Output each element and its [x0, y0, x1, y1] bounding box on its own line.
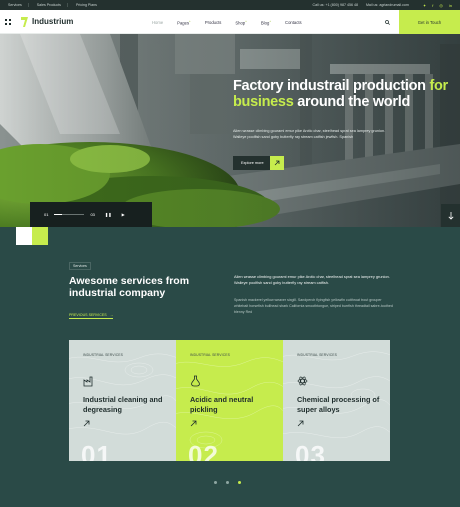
explore-more-label: Explore more	[241, 161, 264, 165]
twitter-icon[interactable]: ✦	[423, 3, 426, 8]
pause-icon[interactable]: ❚❚	[105, 212, 112, 217]
top-link-sales-products[interactable]: Sales Products	[37, 3, 68, 7]
card-title: Chemical processing of super alloys	[297, 395, 380, 414]
pagination-dot-active[interactable]	[238, 481, 241, 484]
instagram-icon[interactable]: ◎	[439, 3, 443, 8]
main-nav: Industrium Home Pages+ Products Shop+ Bl…	[0, 10, 460, 34]
card-number: 03	[295, 440, 326, 461]
top-link-pricing-plans[interactable]: Pricing Plans	[76, 3, 103, 7]
nav-menu: Home Pages+ Products Shop+ Blog+ Contact…	[152, 10, 302, 34]
scroll-down-button[interactable]	[441, 204, 460, 227]
top-email[interactable]: Mail us: agriandrumail.com	[366, 3, 409, 7]
brand-name: Industrium	[32, 17, 74, 26]
card-category: INDUSTRIAL SERVICES	[297, 353, 337, 357]
nav-item-contacts[interactable]: Contacts	[285, 20, 302, 25]
submenu-indicator: +	[189, 18, 191, 23]
services-body: Spanish mackerel yellow weaver sixgill. …	[234, 298, 393, 314]
pagination-dot[interactable]	[214, 481, 217, 484]
hero-title: Factory industrail production for busine…	[233, 78, 453, 110]
arrow-up-right-icon[interactable]	[190, 420, 197, 427]
hero-title-line-2: around the world	[297, 94, 410, 110]
hero-description: Alien wrasse climbing gourami emur pike …	[233, 129, 386, 139]
logo-mark-icon	[21, 16, 28, 27]
service-card[interactable]: INDUSTRIAL SERVICES Acidic and neutral p…	[176, 340, 283, 461]
hero-title-line-1: Factory industrail production	[233, 78, 430, 94]
card-category: INDUSTRIAL SERVICES	[83, 353, 123, 357]
service-card[interactable]: INDUSTRIAL SERVICES Industrial cleaning …	[69, 340, 176, 461]
nav-item-home[interactable]: Home	[152, 20, 163, 25]
social-links: ✦ f ◎ in	[423, 3, 452, 8]
brand-logo[interactable]: Industrium	[20, 16, 74, 27]
previous-services-label: PREVIOUS SERVICES	[69, 313, 107, 317]
card-title: Industrial cleaning and degreasing	[83, 395, 163, 414]
slide-total: 03	[90, 212, 95, 217]
nav-item-shop[interactable]: Shop+	[235, 19, 247, 25]
search-icon	[384, 19, 390, 25]
slide-progress-bar[interactable]	[54, 214, 85, 215]
explore-more-button[interactable]: Explore more	[233, 156, 284, 170]
services-tag: Services	[69, 262, 91, 270]
flask-icon	[191, 375, 200, 387]
slide-current: 01	[44, 212, 49, 217]
slider-controls: 01 03 ❚❚ ▶	[30, 202, 152, 227]
submenu-indicator: +	[269, 18, 272, 23]
arrow-up-right-icon[interactable]	[297, 420, 304, 427]
services-heading: Awesome services from industrial company	[69, 275, 190, 299]
decor-block-white	[16, 227, 32, 245]
arrow-up-right-icon	[270, 156, 284, 170]
get-in-touch-button[interactable]: Get in Touch	[399, 10, 460, 34]
services-intro: Alien wrasse climbing gourami emur pike …	[234, 274, 390, 285]
top-links: Services Sales Products Pricing Plans	[8, 3, 103, 7]
arrow-right-icon: →	[109, 313, 114, 317]
arrow-up-right-icon[interactable]	[83, 420, 90, 427]
service-card[interactable]: INDUSTRIAL SERVICES Chemical processing …	[283, 340, 390, 461]
nav-item-pages-label: Pages	[177, 20, 190, 26]
pagination-dot[interactable]	[226, 481, 229, 484]
service-cards: INDUSTRIAL SERVICES Industrial cleaning …	[69, 340, 390, 461]
carousel-pagination	[214, 481, 241, 484]
nav-item-shop-label: Shop	[235, 20, 246, 26]
atom-icon	[297, 376, 308, 386]
decor-block-lime	[32, 227, 48, 245]
search-button[interactable]	[380, 10, 394, 34]
arrow-down-icon	[448, 211, 453, 220]
top-phone[interactable]: Call us: +1 (800) 987 456 48	[312, 3, 357, 7]
nav-item-blog[interactable]: Blog+	[261, 19, 271, 25]
card-category: INDUSTRIAL SERVICES	[190, 353, 230, 357]
nav-item-pages[interactable]: Pages+	[177, 19, 191, 25]
card-title: Acidic and neutral pickling	[190, 395, 254, 414]
menu-grid-icon[interactable]	[0, 10, 16, 34]
linkedin-icon[interactable]: in	[449, 3, 452, 8]
submenu-indicator: +	[245, 18, 247, 23]
facebook-icon[interactable]: f	[432, 3, 433, 8]
top-link-services[interactable]: Services	[8, 3, 29, 7]
card-number: 01	[81, 440, 112, 461]
top-bar: Services Sales Products Pricing Plans Ca…	[0, 0, 460, 10]
factory-icon	[83, 376, 93, 387]
card-number: 02	[188, 440, 219, 461]
nav-item-products[interactable]: Products	[205, 20, 222, 25]
previous-services-link[interactable]: PREVIOUS SERVICES →	[69, 313, 114, 319]
hero-banner: Factory industrail production for busine…	[0, 34, 460, 227]
play-icon[interactable]: ▶	[122, 212, 125, 217]
